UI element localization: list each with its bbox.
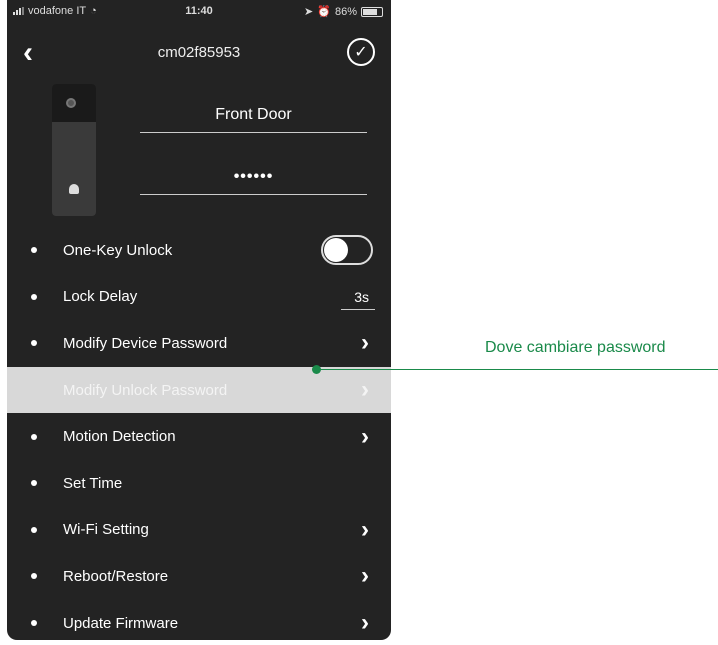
menu-label: Wi-Fi Setting xyxy=(63,521,149,539)
bullet-icon xyxy=(31,573,37,580)
location-icon: ➤ xyxy=(304,6,314,18)
toggle-knob xyxy=(324,238,348,263)
camera-lens-icon xyxy=(66,98,76,108)
doorbell-device-image xyxy=(52,84,96,216)
menu-label: One-Key Unlock xyxy=(63,241,173,259)
alarm-icon: ⏰ xyxy=(317,6,331,18)
menu-lock-delay[interactable]: Lock Delay 3s xyxy=(7,274,391,321)
battery-text: 86% xyxy=(334,5,357,18)
nav-title: cm02f85953 xyxy=(157,44,241,61)
status-right: ➤ ⏰ 86% xyxy=(304,5,383,18)
menu-label: Update Firmware xyxy=(63,614,179,632)
device-name-field[interactable]: Front Door xyxy=(140,106,367,133)
lock-delay-value[interactable]: 3s xyxy=(354,289,369,305)
one-key-unlock-toggle[interactable] xyxy=(321,235,373,266)
device-camera-panel xyxy=(52,84,96,122)
device-password-field[interactable]: •••••• xyxy=(140,168,367,195)
callout-line xyxy=(316,369,718,370)
phone-screen: vodafone IT ◔ 11:40 ➤ ⏰ 86% ‹ cm02f85953… xyxy=(7,0,391,640)
bullet-icon xyxy=(31,433,37,440)
menu-set-time[interactable]: Set Time xyxy=(7,460,391,507)
chevron-right-icon: › xyxy=(361,515,369,543)
menu-label: Motion Detection xyxy=(63,428,176,446)
value-underline xyxy=(341,309,375,311)
chevron-right-icon: › xyxy=(361,609,369,637)
menu-label: Reboot/Restore xyxy=(63,567,169,585)
menu-label: Lock Delay xyxy=(63,288,138,306)
chevron-right-icon: › xyxy=(361,329,369,357)
menu-one-key-unlock: One-Key Unlock xyxy=(7,227,391,274)
bullet-icon xyxy=(31,526,37,533)
callout-label: Dove cambiare password xyxy=(485,339,666,356)
menu-wifi-setting[interactable]: Wi-Fi Setting › xyxy=(7,507,391,554)
menu-update-firmware[interactable]: Update Firmware › xyxy=(7,600,391,640)
menu-motion-detection[interactable]: Motion Detection › xyxy=(7,413,391,460)
bullet-icon xyxy=(31,620,37,627)
menu-label: Set Time xyxy=(63,474,123,492)
menu-label: Modify Unlock Password xyxy=(63,381,228,399)
menu-reboot-restore[interactable]: Reboot/Restore › xyxy=(7,553,391,600)
chevron-right-icon: › xyxy=(361,422,369,450)
nav-bar: ‹ cm02f85953 ✓ xyxy=(7,28,391,78)
chevron-right-icon: › xyxy=(361,562,369,590)
menu-modify-unlock-password[interactable]: Modify Unlock Password › xyxy=(7,366,391,414)
bullet-icon xyxy=(31,340,37,347)
status-bar: vodafone IT ◔ 11:40 ➤ ⏰ 86% xyxy=(7,0,391,22)
bullet-icon xyxy=(31,247,37,254)
menu-label: Modify Device Password xyxy=(63,334,228,352)
settings-menu: One-Key Unlock Lock Delay 3s Modify Devi… xyxy=(7,227,391,640)
bullet-icon xyxy=(31,480,37,487)
battery-icon xyxy=(361,6,383,17)
bell-icon xyxy=(69,184,79,194)
callout-dot xyxy=(312,365,321,374)
bullet-icon xyxy=(31,293,37,300)
menu-modify-device-password[interactable]: Modify Device Password › xyxy=(7,320,391,367)
confirm-check-icon[interactable]: ✓ xyxy=(347,38,375,66)
chevron-right-icon: › xyxy=(361,376,369,404)
